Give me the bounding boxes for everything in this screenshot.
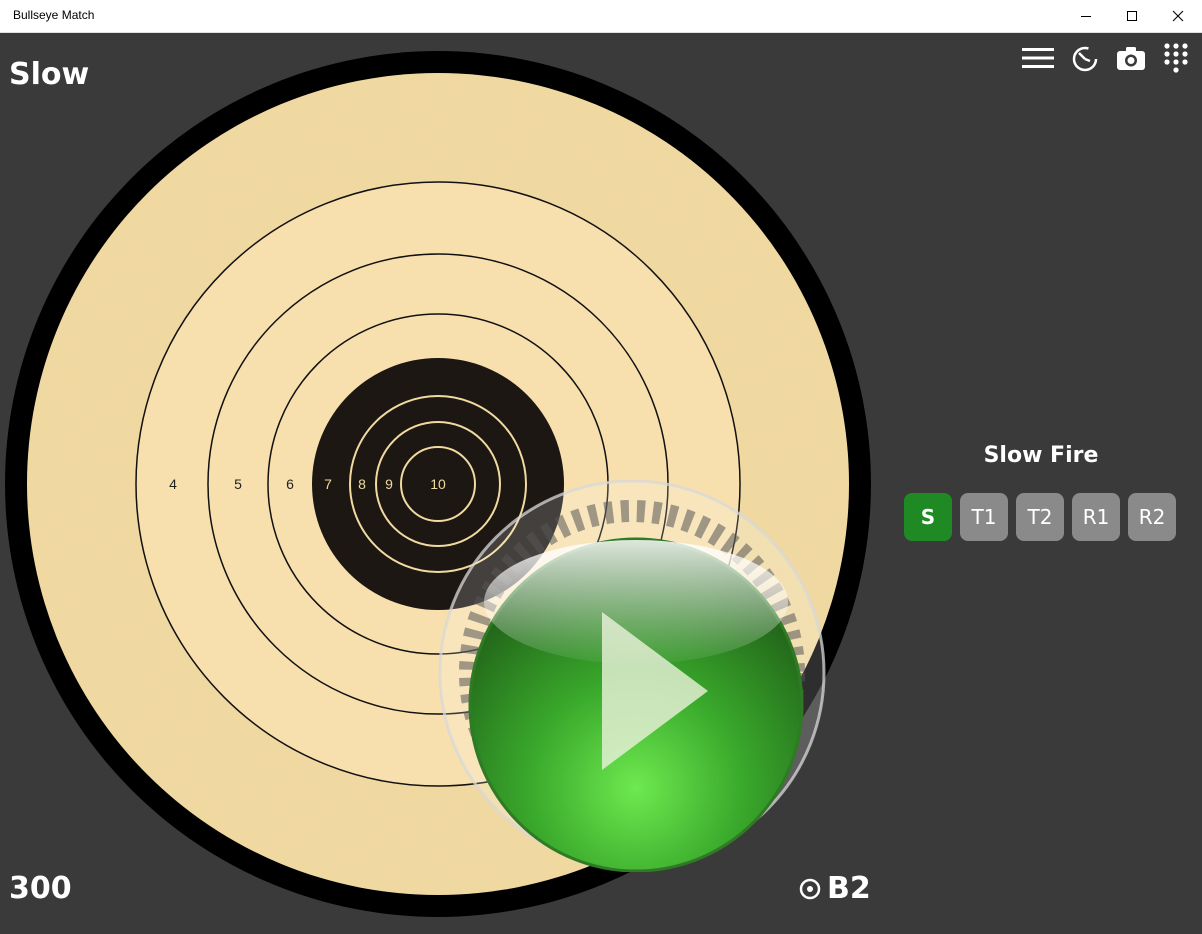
stage-title: Slow Fire <box>983 443 1099 468</box>
start-play-button[interactable] <box>436 480 828 872</box>
stage-button-t2[interactable]: T2 <box>1016 493 1064 541</box>
camera-button[interactable] <box>1114 41 1148 75</box>
app-area: 4 5 6 7 8 9 10 Slow Slow Fire S T1 T2 R1… <box>0 33 1202 934</box>
stage-button-r1[interactable]: R1 <box>1072 493 1120 541</box>
stage-selector: S T1 T2 R1 R2 <box>904 493 1176 541</box>
target-id-label: B2 <box>827 871 871 906</box>
ring-label: 6 <box>286 476 294 492</box>
title-bar: Bullseye Match <box>0 0 1202 33</box>
timer-button[interactable] <box>1068 41 1102 75</box>
timer-icon <box>1072 46 1098 72</box>
stage-button-s[interactable]: S <box>904 493 952 541</box>
ring-label: 7 <box>324 476 332 492</box>
ring-label: 5 <box>234 476 242 492</box>
target-id[interactable]: B2 <box>799 871 871 906</box>
maximize-button[interactable] <box>1109 0 1155 32</box>
minimize-icon <box>1081 16 1091 17</box>
target-icon <box>799 878 821 899</box>
close-icon <box>1172 10 1184 22</box>
keypad-icon <box>1164 43 1188 73</box>
stage-button-r2[interactable]: R2 <box>1128 493 1176 541</box>
window-title: Bullseye Match <box>13 8 95 22</box>
camera-icon <box>1117 47 1145 70</box>
ring-label: 4 <box>169 476 177 492</box>
ring-label: 9 <box>385 476 393 492</box>
stage-button-t1[interactable]: T1 <box>960 493 1008 541</box>
maximize-icon <box>1127 11 1137 21</box>
score-value: 300 <box>9 871 72 906</box>
menu-icon <box>1022 48 1054 68</box>
minimize-button[interactable] <box>1063 0 1109 32</box>
mode-label: Slow <box>9 57 90 92</box>
close-button[interactable] <box>1155 0 1201 32</box>
keypad-button[interactable] <box>1159 41 1193 75</box>
menu-button[interactable] <box>1021 41 1055 75</box>
ring-label: 8 <box>358 476 366 492</box>
